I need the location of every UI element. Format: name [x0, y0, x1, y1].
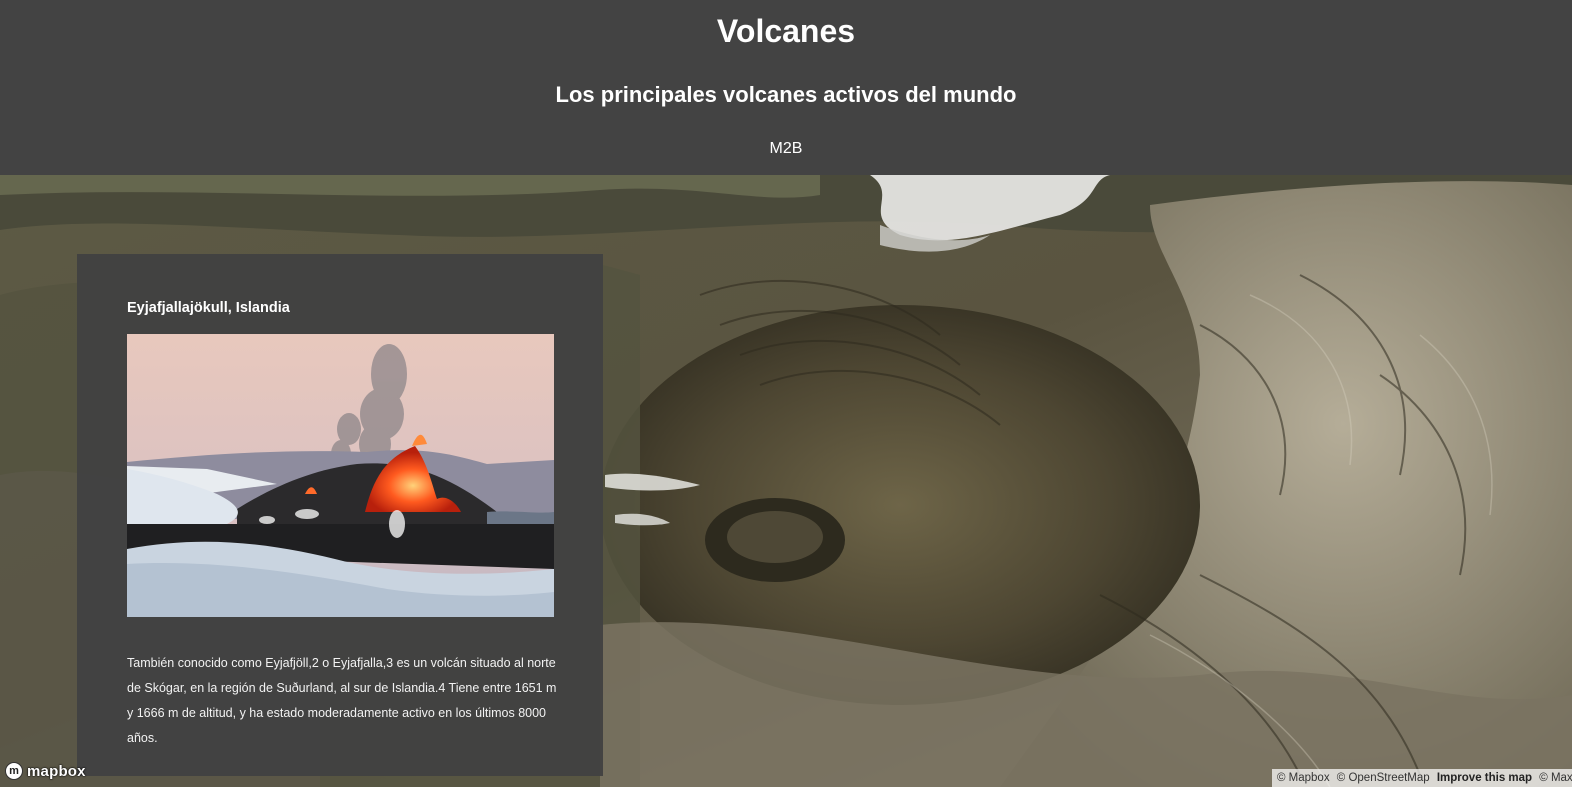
byline: M2B	[769, 140, 803, 157]
map-attribution: © Mapbox © OpenStreetMap Improve this ma…	[1272, 769, 1572, 787]
improve-map-link[interactable]: Improve this map	[1437, 772, 1532, 784]
attribution-osm-link[interactable]: © OpenStreetMap	[1337, 772, 1430, 784]
attribution-mapbox-link[interactable]: © Mapbox	[1277, 772, 1330, 784]
mapbox-logo[interactable]: m mapbox	[5, 760, 86, 782]
chapter-description: También conocido como Eyjafjöll,2 o Eyja…	[127, 655, 557, 745]
app-root: Volcanes Los principales volcanes activo…	[0, 0, 1572, 787]
volcano-photo	[127, 334, 554, 617]
chapter-title: Eyjafjallajökull, Islandia	[127, 300, 290, 316]
attribution-maxar-link[interactable]: © Maxar	[1539, 772, 1572, 784]
mapbox-logo-icon: m	[5, 762, 23, 780]
page-title: Volcanes	[716, 13, 856, 49]
mapbox-logo-text: mapbox	[27, 762, 86, 780]
page-header: Volcanes Los principales volcanes activo…	[0, 0, 1572, 175]
chapter-panel: Eyjafjallajökull, Islandia También conoc…	[77, 254, 603, 776]
page-subtitle: Los principales volcanes activos del mun…	[555, 82, 1017, 107]
